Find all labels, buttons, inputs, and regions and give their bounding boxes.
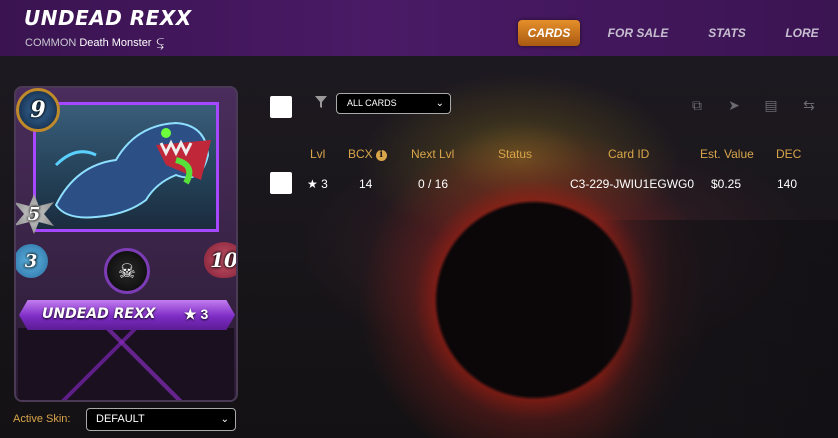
health-stat: 10 [204, 242, 236, 278]
card-artwork [33, 102, 219, 232]
combine-icon[interactable]: ⧉ [688, 97, 706, 113]
speed-stat: 3 [16, 244, 48, 278]
column-header-lvl: Lvl [310, 147, 326, 161]
column-header-dec: DEC [776, 147, 802, 161]
card-filter-value: ALL CARDS [347, 98, 397, 108]
transfer-icon[interactable]: ⇆ [800, 97, 818, 113]
active-skin-value: DEFAULT [96, 413, 145, 425]
cell-next-lvl: 0 / 16 [418, 177, 449, 191]
card-image: UNDEAD REXX ★ 3 9 5 3 10 ☠ [14, 86, 238, 402]
column-header-next-lvl: Next Lvl [411, 147, 455, 161]
card-header: UNDEAD REXX COMMON Death Monster ⥹ CARDS… [0, 0, 838, 56]
card-filter-select[interactable]: ALL CARDS ⌄ [336, 93, 451, 114]
cell-card-id[interactable]: C3-229-JWIU1EGWG0 [570, 177, 694, 191]
column-header-est-value: Est. Value [700, 147, 754, 161]
cell-lvl: ★ 3 [307, 177, 328, 191]
column-header-card-id: Card ID [608, 147, 650, 161]
active-skin-select[interactable]: DEFAULT ⌄ [86, 408, 236, 431]
sell-market-icon[interactable]: ▤ [762, 97, 780, 113]
info-icon[interactable]: i [375, 150, 387, 161]
column-header-bcx-label: BCX [348, 147, 373, 161]
tab-cards[interactable]: CARDS [518, 20, 580, 46]
tab-lore[interactable]: LORE [780, 20, 824, 46]
active-skin-label: Active Skin: [13, 413, 71, 425]
cell-bcx: 14 [359, 177, 373, 191]
filter-icon[interactable] [314, 95, 328, 109]
chevron-down-icon: ⌄ [220, 414, 229, 425]
running-figure-icon: ⥹ [156, 35, 165, 50]
tab-stats[interactable]: STATS [700, 20, 754, 46]
select-all-checkbox[interactable] [270, 96, 292, 118]
card-subtitle: COMMON Death Monster ⥹ [25, 35, 164, 51]
card-level: ★ 3 [184, 306, 209, 322]
page-title: UNDEAD REXX [24, 6, 192, 30]
cell-est-value: $0.25 [711, 177, 742, 191]
mana-stat: 9 [16, 88, 60, 132]
background-city [600, 220, 838, 438]
card-name: UNDEAD REXX [42, 306, 156, 322]
tab-for-sale[interactable]: FOR SALE [602, 20, 674, 46]
cell-dec: 140 [777, 177, 798, 191]
skull-icon: ☠ [118, 260, 136, 283]
ability-badge: ☠ [104, 248, 150, 294]
card-description-panel [18, 328, 234, 400]
column-header-bcx: BCX i [348, 147, 387, 161]
rarity-label: COMMON [25, 37, 77, 49]
dinosaur-illustration [54, 121, 211, 219]
type-label: Death Monster [79, 37, 152, 49]
chevron-down-icon: ⌄ [435, 98, 444, 109]
column-header-status: Status [498, 147, 533, 161]
send-icon[interactable]: ➤ [725, 97, 743, 113]
row-checkbox[interactable] [270, 172, 292, 194]
